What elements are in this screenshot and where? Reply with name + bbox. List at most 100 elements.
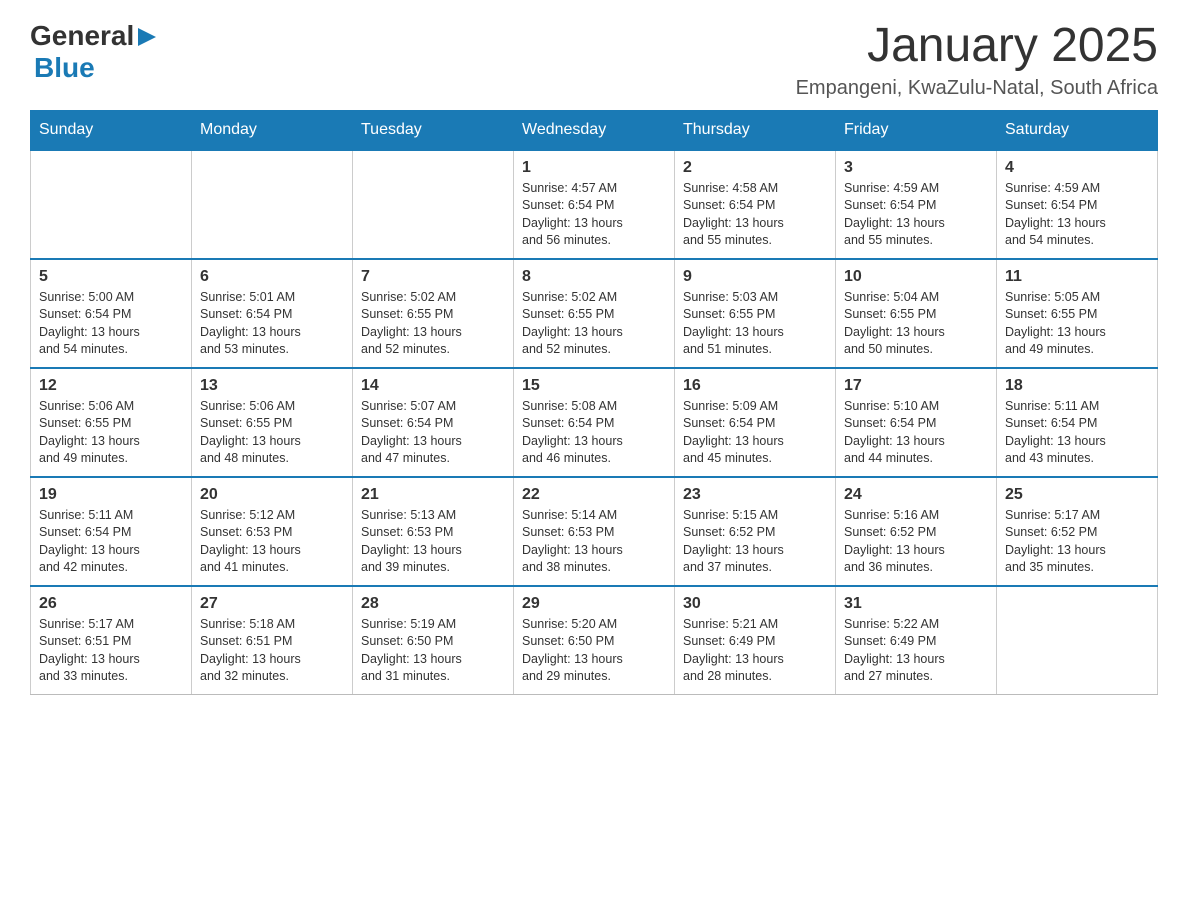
day-number: 10 bbox=[844, 268, 988, 286]
day-number: 23 bbox=[683, 486, 827, 504]
day-info: Sunrise: 4:59 AM Sunset: 6:54 PM Dayligh… bbox=[844, 180, 988, 250]
day-info: Sunrise: 5:03 AM Sunset: 6:55 PM Dayligh… bbox=[683, 289, 827, 359]
calendar-cell: 29 Sunrise: 5:20 AM Sunset: 6:50 PM Dayli… bbox=[514, 586, 675, 695]
day-number: 11 bbox=[1005, 268, 1149, 286]
calendar-cell: 5Sunrise: 5:00 AM Sunset: 6:54 PM Daylig… bbox=[31, 259, 192, 368]
calendar-cell: 12 Sunrise: 5:06 AM Sunset: 6:55 PM Dayli… bbox=[31, 368, 192, 477]
calendar-cell: 4 Sunrise: 4:59 AM Sunset: 6:54 PM Daylig… bbox=[997, 150, 1158, 259]
day-number: 24 bbox=[844, 486, 988, 504]
calendar-week-row: 19Sunrise: 5:11 AM Sunset: 6:54 PM Dayli… bbox=[31, 477, 1158, 586]
day-info: Sunrise: 5:18 AM Sunset: 6:51 PM Dayligh… bbox=[200, 616, 344, 686]
calendar-cell: 23 Sunrise: 5:15 AM Sunset: 6:52 PM Dayli… bbox=[675, 477, 836, 586]
day-number: 20 bbox=[200, 486, 344, 504]
day-number: 12 bbox=[39, 377, 183, 395]
day-number: 6 bbox=[200, 268, 344, 286]
day-info: Sunrise: 4:57 AM Sunset: 6:54 PM Dayligh… bbox=[522, 180, 666, 250]
day-info: Sunrise: 4:58 AM Sunset: 6:54 PM Dayligh… bbox=[683, 180, 827, 250]
calendar-table: SundayMondayTuesdayWednesdayThursdayFrid… bbox=[30, 110, 1158, 695]
calendar-cell: 26 Sunrise: 5:17 AM Sunset: 6:51 PM Dayli… bbox=[31, 586, 192, 695]
day-info: Sunrise: 5:08 AM Sunset: 6:54 PM Dayligh… bbox=[522, 398, 666, 468]
calendar-cell: 25 Sunrise: 5:17 AM Sunset: 6:52 PM Dayli… bbox=[997, 477, 1158, 586]
calendar-cell: 1 Sunrise: 4:57 AM Sunset: 6:54 PM Daylig… bbox=[514, 150, 675, 259]
day-info: Sunrise: 5:12 AM Sunset: 6:53 PM Dayligh… bbox=[200, 507, 344, 577]
day-info: Sunrise: 5:07 AM Sunset: 6:54 PM Dayligh… bbox=[361, 398, 505, 468]
day-number: 28 bbox=[361, 595, 505, 613]
calendar-cell: 9 Sunrise: 5:03 AM Sunset: 6:55 PM Daylig… bbox=[675, 259, 836, 368]
calendar-cell: 17 Sunrise: 5:10 AM Sunset: 6:54 PM Dayli… bbox=[836, 368, 997, 477]
day-number: 8 bbox=[522, 268, 666, 286]
day-info: Sunrise: 5:14 AM Sunset: 6:53 PM Dayligh… bbox=[522, 507, 666, 577]
calendar-cell: 14 Sunrise: 5:07 AM Sunset: 6:54 PM Dayli… bbox=[353, 368, 514, 477]
calendar-week-row: 26 Sunrise: 5:17 AM Sunset: 6:51 PM Dayli… bbox=[31, 586, 1158, 695]
calendar-col-header: Saturday bbox=[997, 110, 1158, 150]
calendar-cell: 3 Sunrise: 4:59 AM Sunset: 6:54 PM Daylig… bbox=[836, 150, 997, 259]
calendar-cell: 8Sunrise: 5:02 AM Sunset: 6:55 PM Daylig… bbox=[514, 259, 675, 368]
day-info: Sunrise: 5:10 AM Sunset: 6:54 PM Dayligh… bbox=[844, 398, 988, 468]
day-info: Sunrise: 5:15 AM Sunset: 6:52 PM Dayligh… bbox=[683, 507, 827, 577]
calendar-week-row: 5Sunrise: 5:00 AM Sunset: 6:54 PM Daylig… bbox=[31, 259, 1158, 368]
day-info: Sunrise: 5:01 AM Sunset: 6:54 PM Dayligh… bbox=[200, 289, 344, 359]
logo-triangle-icon bbox=[136, 26, 158, 48]
calendar-cell: 28Sunrise: 5:19 AM Sunset: 6:50 PM Dayli… bbox=[353, 586, 514, 695]
calendar-cell bbox=[192, 150, 353, 259]
day-number: 9 bbox=[683, 268, 827, 286]
day-info: Sunrise: 5:20 AM Sunset: 6:50 PM Dayligh… bbox=[522, 616, 666, 686]
day-info: Sunrise: 5:21 AM Sunset: 6:49 PM Dayligh… bbox=[683, 616, 827, 686]
day-info: Sunrise: 5:00 AM Sunset: 6:54 PM Dayligh… bbox=[39, 289, 183, 359]
logo-blue-text: Blue bbox=[34, 52, 95, 84]
calendar-body: 1 Sunrise: 4:57 AM Sunset: 6:54 PM Daylig… bbox=[31, 150, 1158, 695]
day-number: 18 bbox=[1005, 377, 1149, 395]
calendar-cell: 20 Sunrise: 5:12 AM Sunset: 6:53 PM Dayli… bbox=[192, 477, 353, 586]
day-number: 22 bbox=[522, 486, 666, 504]
day-number: 16 bbox=[683, 377, 827, 395]
calendar-cell: 22 Sunrise: 5:14 AM Sunset: 6:53 PM Dayli… bbox=[514, 477, 675, 586]
title-area: January 2025 Empangeni, KwaZulu-Natal, S… bbox=[796, 20, 1158, 100]
day-number: 13 bbox=[200, 377, 344, 395]
day-number: 3 bbox=[844, 159, 988, 177]
day-info: Sunrise: 5:16 AM Sunset: 6:52 PM Dayligh… bbox=[844, 507, 988, 577]
day-number: 14 bbox=[361, 377, 505, 395]
calendar-cell: 27 Sunrise: 5:18 AM Sunset: 6:51 PM Dayli… bbox=[192, 586, 353, 695]
day-number: 29 bbox=[522, 595, 666, 613]
day-info: Sunrise: 4:59 AM Sunset: 6:54 PM Dayligh… bbox=[1005, 180, 1149, 250]
calendar-cell: 11 Sunrise: 5:05 AM Sunset: 6:55 PM Dayli… bbox=[997, 259, 1158, 368]
day-info: Sunrise: 5:17 AM Sunset: 6:52 PM Dayligh… bbox=[1005, 507, 1149, 577]
day-number: 21 bbox=[361, 486, 505, 504]
day-info: Sunrise: 5:17 AM Sunset: 6:51 PM Dayligh… bbox=[39, 616, 183, 686]
calendar-week-row: 12 Sunrise: 5:06 AM Sunset: 6:55 PM Dayli… bbox=[31, 368, 1158, 477]
calendar-cell bbox=[31, 150, 192, 259]
month-title: January 2025 bbox=[796, 20, 1158, 73]
day-number: 17 bbox=[844, 377, 988, 395]
calendar-col-header: Friday bbox=[836, 110, 997, 150]
page-header: General Blue January 2025 Empangeni, Kwa… bbox=[30, 20, 1158, 100]
day-number: 31 bbox=[844, 595, 988, 613]
calendar-col-header: Tuesday bbox=[353, 110, 514, 150]
location-subtitle: Empangeni, KwaZulu-Natal, South Africa bbox=[796, 77, 1158, 100]
day-number: 2 bbox=[683, 159, 827, 177]
calendar-cell: 15Sunrise: 5:08 AM Sunset: 6:54 PM Dayli… bbox=[514, 368, 675, 477]
day-info: Sunrise: 5:06 AM Sunset: 6:55 PM Dayligh… bbox=[39, 398, 183, 468]
day-info: Sunrise: 5:09 AM Sunset: 6:54 PM Dayligh… bbox=[683, 398, 827, 468]
calendar-cell: 13Sunrise: 5:06 AM Sunset: 6:55 PM Dayli… bbox=[192, 368, 353, 477]
calendar-cell: 18 Sunrise: 5:11 AM Sunset: 6:54 PM Dayli… bbox=[997, 368, 1158, 477]
calendar-cell: 2 Sunrise: 4:58 AM Sunset: 6:54 PM Daylig… bbox=[675, 150, 836, 259]
day-info: Sunrise: 5:11 AM Sunset: 6:54 PM Dayligh… bbox=[1005, 398, 1149, 468]
calendar-cell bbox=[353, 150, 514, 259]
day-number: 1 bbox=[522, 159, 666, 177]
day-number: 26 bbox=[39, 595, 183, 613]
day-number: 30 bbox=[683, 595, 827, 613]
day-info: Sunrise: 5:05 AM Sunset: 6:55 PM Dayligh… bbox=[1005, 289, 1149, 359]
day-number: 4 bbox=[1005, 159, 1149, 177]
calendar-col-header: Sunday bbox=[31, 110, 192, 150]
calendar-col-header: Thursday bbox=[675, 110, 836, 150]
day-number: 7 bbox=[361, 268, 505, 286]
day-number: 27 bbox=[200, 595, 344, 613]
calendar-cell: 19Sunrise: 5:11 AM Sunset: 6:54 PM Dayli… bbox=[31, 477, 192, 586]
day-info: Sunrise: 5:13 AM Sunset: 6:53 PM Dayligh… bbox=[361, 507, 505, 577]
calendar-col-header: Wednesday bbox=[514, 110, 675, 150]
day-info: Sunrise: 5:11 AM Sunset: 6:54 PM Dayligh… bbox=[39, 507, 183, 577]
day-number: 25 bbox=[1005, 486, 1149, 504]
calendar-cell: 24 Sunrise: 5:16 AM Sunset: 6:52 PM Dayli… bbox=[836, 477, 997, 586]
day-info: Sunrise: 5:22 AM Sunset: 6:49 PM Dayligh… bbox=[844, 616, 988, 686]
calendar-week-row: 1 Sunrise: 4:57 AM Sunset: 6:54 PM Daylig… bbox=[31, 150, 1158, 259]
